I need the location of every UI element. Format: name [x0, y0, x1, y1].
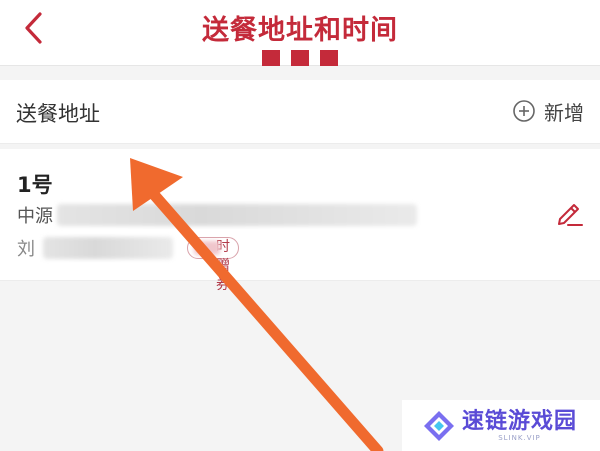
address-card[interactable]: 1号 中源 刘 时赠券: [0, 149, 600, 293]
watermark: 速链游戏园 SLINK.VIP: [402, 400, 600, 451]
edit-address-button[interactable]: [554, 197, 586, 229]
address-line: 中源: [17, 202, 417, 228]
coupon-badge: 时赠券: [187, 237, 239, 293]
add-address-label: 新增: [544, 100, 584, 125]
address-section-header: 送餐地址 新增: [0, 80, 600, 144]
address-name: 1号: [17, 173, 53, 197]
page-title: 送餐地址和时间: [202, 15, 398, 46]
menu-dots-icon: [262, 50, 342, 66]
section-title: 送餐地址: [16, 102, 100, 126]
redacted-address: [57, 204, 417, 226]
top-navigation-bar: 送餐地址和时间: [0, 0, 600, 66]
plus-circle-icon: [513, 100, 535, 122]
add-address-button[interactable]: 新增: [512, 96, 584, 126]
watermark-title: 速链游戏园: [462, 408, 578, 434]
diamond-logo-icon: [424, 410, 454, 441]
address-text: 中源: [17, 206, 53, 227]
contact-name: 刘: [17, 239, 35, 260]
redacted-phone: [43, 237, 173, 259]
contact-line: 刘 时赠券: [17, 234, 239, 293]
watermark-text-group: 速链游戏园 SLINK.VIP: [462, 408, 578, 442]
pencil-icon: [558, 204, 583, 226]
watermark-subtitle: SLINK.VIP: [498, 433, 541, 442]
